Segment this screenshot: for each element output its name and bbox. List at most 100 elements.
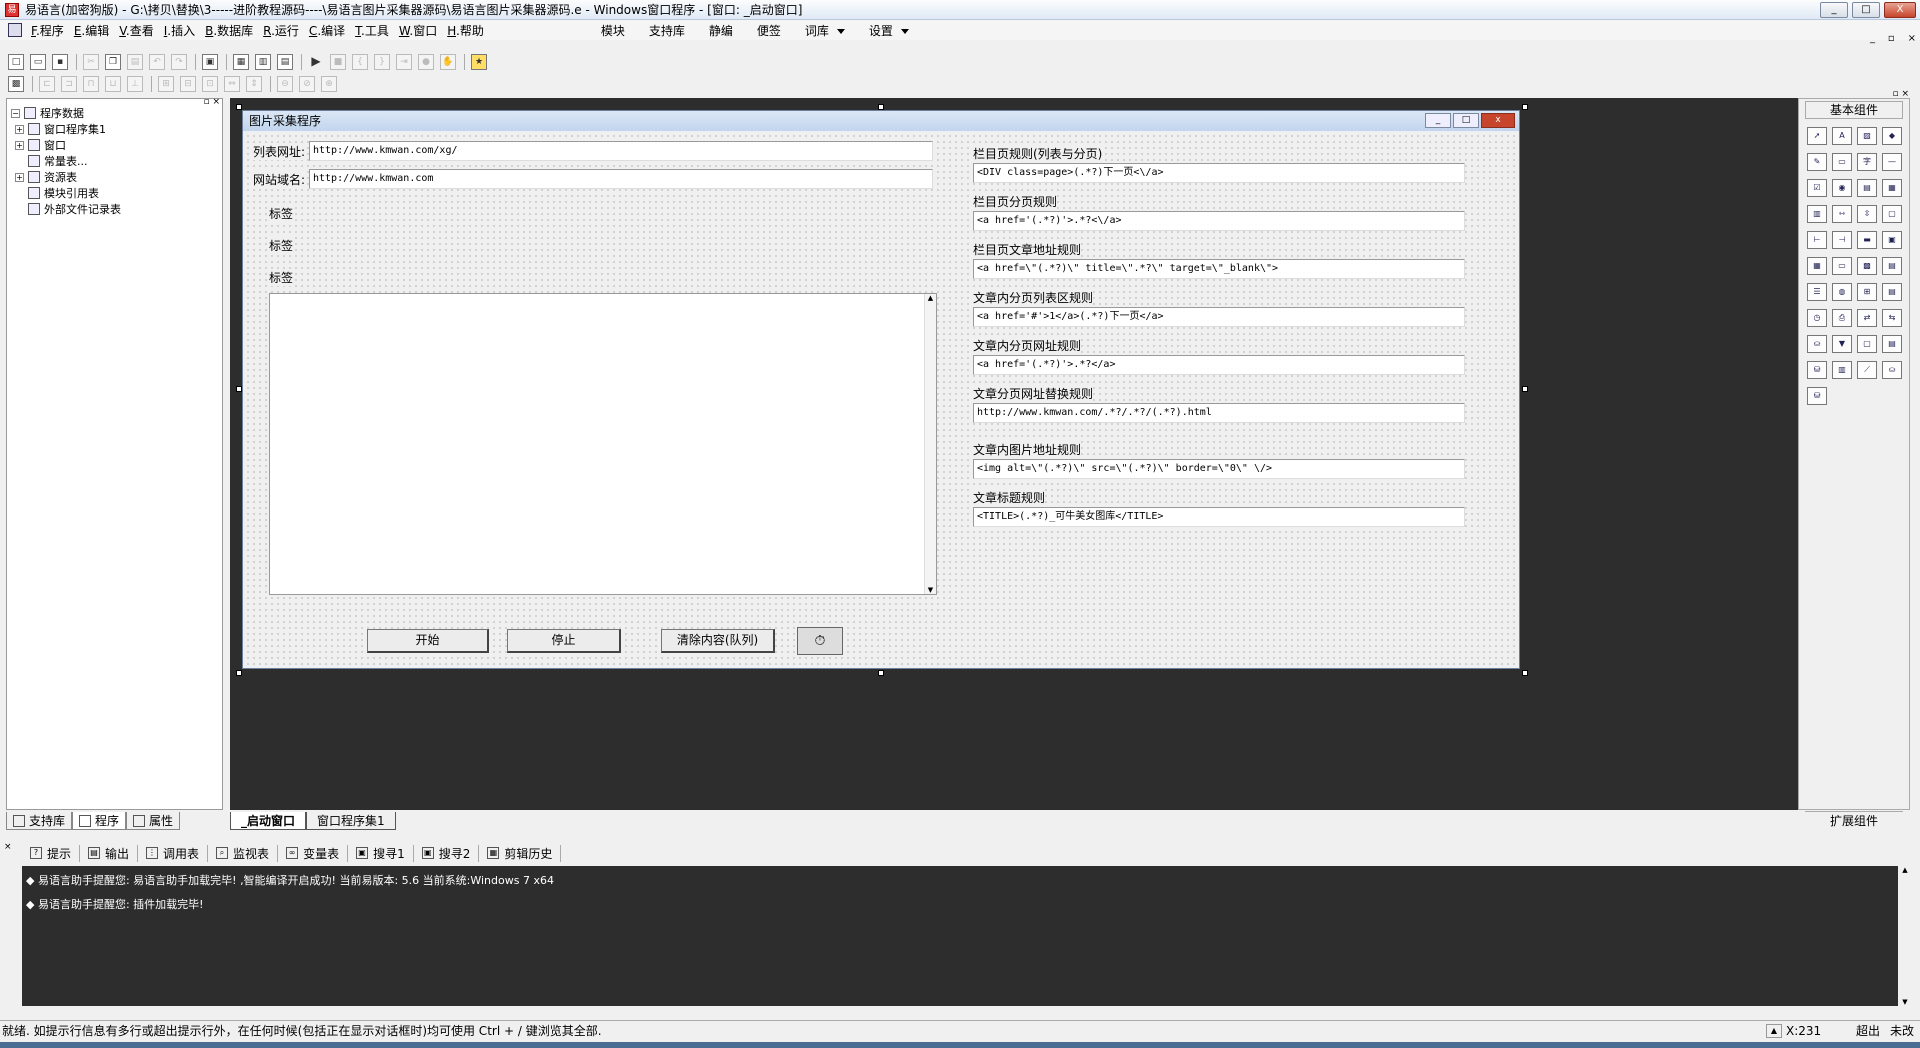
label-icon[interactable]: A [1832,127,1852,145]
same-width-icon[interactable]: ⊞ [158,76,174,92]
tree-item-module-refs[interactable]: 模块引用表 [28,185,228,201]
center-both-icon[interactable]: ⊕ [321,76,337,92]
image-icon[interactable]: ▨ [1857,127,1877,145]
tree-item-resources[interactable]: + 资源表 [15,169,215,185]
start-button[interactable]: 开始 [367,629,489,653]
db-icon[interactable]: ▥ [1832,361,1852,379]
grid-icon[interactable]: ▦ [1882,179,1902,197]
scroll-down-icon[interactable]: ▼ [1898,998,1912,1006]
new-file-icon[interactable]: □ [8,54,24,70]
shape-icon[interactable]: ◆ [1882,127,1902,145]
plugin-icon[interactable]: ★ [471,54,487,70]
connect-icon[interactable]: ⛀ [1807,335,1827,353]
list-url-input[interactable]: http://www.kmwan.com/xg/ [309,141,933,161]
table-icon[interactable]: ▥ [1807,205,1827,223]
doc-icon[interactable]: ▤ [1882,257,1902,275]
list-icon[interactable]: ▤ [1857,179,1877,197]
print-icon[interactable]: ⎙ [1832,309,1852,327]
open-folder-icon[interactable]: ▭ [30,54,46,70]
tab-icon[interactable]: ▢ [1882,205,1902,223]
expand-icon[interactable]: + [15,172,24,182]
expand-icon[interactable]: + [15,140,24,150]
log-scrollbar[interactable]: ▲ ▼ [924,294,936,594]
tree-icon[interactable]: ⊞ [1857,283,1877,301]
run-icon[interactable]: ▶ [308,54,324,70]
tab-program[interactable]: 程序 [72,812,127,830]
clear-queue-button[interactable]: 清除内容(队列) [661,629,775,653]
copy-icon[interactable]: ❐ [105,54,121,70]
font-icon[interactable]: 字 [1857,153,1877,171]
output-scrollbar[interactable]: ▲ ▼ [1898,866,1912,1006]
layout-2-icon[interactable]: ▥ [255,54,271,70]
ruler-icon[interactable]: ⊢ [1807,231,1827,249]
tab-call-stack[interactable]: ⋮ 调用表 [138,844,209,862]
progress-icon[interactable]: ▬ [1857,231,1877,249]
mdi-close-button[interactable]: × [1908,33,1916,44]
menu-static-compile[interactable]: 静编 [697,22,745,39]
menu-run[interactable]: R.运行 [258,22,304,39]
pointer-icon[interactable]: ➚ [1807,127,1827,145]
timer-icon[interactable]: ⏱ [797,627,843,655]
menu-module[interactable]: 模块 [589,22,637,39]
close-button[interactable]: X [1884,2,1916,18]
form-minimize-icon[interactable]: _ [1425,113,1451,128]
menu-notes[interactable]: 便签 [745,22,793,39]
center-h-icon[interactable]: ⊖ [277,76,293,92]
link2-icon[interactable]: ⇆ [1882,309,1902,327]
align-bottom-icon[interactable]: ⊥ [127,76,143,92]
tab-output[interactable]: ▤ 输出 [80,844,139,862]
paste-icon[interactable]: ▤ [127,54,143,70]
globe-icon[interactable]: ◍ [1832,283,1852,301]
tree-item-external-files[interactable]: 外部文件记录表 [28,201,228,217]
radio-icon[interactable]: ◉ [1832,179,1852,197]
menu-edit[interactable]: E.编辑 [69,22,114,39]
palette-float-button[interactable]: ▫ [1892,89,1898,99]
menu-tools[interactable]: T.工具 [350,22,394,39]
menu-support-lib[interactable]: 支持库 [637,22,697,39]
tab-window-assembly[interactable]: 窗口程序集1 [306,812,396,830]
hspace-icon[interactable]: ⇔ [224,76,240,92]
center-v-icon[interactable]: ⊘ [299,76,315,92]
resize-handle[interactable] [878,670,884,676]
domain-input[interactable]: http://www.kmwan.com [309,169,933,189]
tree-item-window[interactable]: + 窗口 [15,137,215,153]
status-up-icon[interactable]: ▲ [1766,1024,1782,1038]
rule-input[interactable]: <a href='(.*?)'>.*?<\/a> [973,211,1465,231]
maximize-button[interactable]: □ [1852,2,1880,18]
menu-program[interactable]: F.程序 [26,22,69,39]
tab-startup-window[interactable]: _启动窗口 [230,812,307,830]
designed-form-window[interactable]: 图片采集程序 _ □ x 列表网址: http://www.kmwan.com/… [242,110,1520,669]
palette-extended-header[interactable]: 扩展组件 [1805,811,1903,829]
stop-button[interactable]: 停止 [507,629,621,653]
timer-icon[interactable]: ◷ [1807,309,1827,327]
hscroll-icon[interactable]: ⇿ [1832,205,1852,223]
vscroll-icon[interactable]: ⇳ [1857,205,1877,223]
rule-input[interactable]: <a href='#'>1</a>(.*?)下一页</a> [973,307,1465,327]
resize-handle[interactable] [1522,104,1528,110]
menu-compile[interactable]: C.编译 [304,22,350,39]
tab-hints[interactable]: ? 提示 [22,844,81,862]
find-icon[interactable]: ▣ [202,54,218,70]
menu-help[interactable]: H.帮助 [442,22,489,39]
scroll-up-icon[interactable]: ▲ [1898,866,1912,874]
data-icon[interactable]: ▤ [1882,283,1902,301]
box-icon[interactable]: ▭ [1832,153,1852,171]
text-icon[interactable]: ▭ [1832,257,1852,275]
window-icon[interactable]: ▢ [1857,335,1877,353]
edit-icon[interactable]: ✎ [1807,153,1827,171]
rule-input[interactable]: http://www.kmwan.com/.*?/.*?/(.*?).html [973,403,1465,423]
tab-support-lib[interactable]: 支持库 [6,812,73,830]
menu-database[interactable]: B.数据库 [200,22,258,39]
tree-item-window-assembly[interactable]: + 窗口程序集1 [15,121,215,137]
checkbox-icon[interactable]: ☑ [1807,179,1827,197]
menu-dictionary[interactable]: 词库 [793,22,857,39]
tab-variables[interactable]: ∞ 变量表 [278,844,349,862]
odbc-icon[interactable]: ⛁ [1807,361,1827,379]
rule-input[interactable]: <a href=\"(.*?)\" title=\".*?\" target=\… [973,259,1465,279]
menu-window[interactable]: W.窗口 [394,22,442,39]
tab-search-1[interactable]: ▣ 搜寻1 [348,844,414,862]
calendar-icon[interactable]: ▦ [1807,257,1827,275]
align-top-icon[interactable]: ⊔ [105,76,121,92]
scroll-down-icon[interactable]: ▼ [925,586,936,594]
rule-input[interactable]: <DIV class=page>(.*?)下一页<\/a> [973,163,1465,183]
